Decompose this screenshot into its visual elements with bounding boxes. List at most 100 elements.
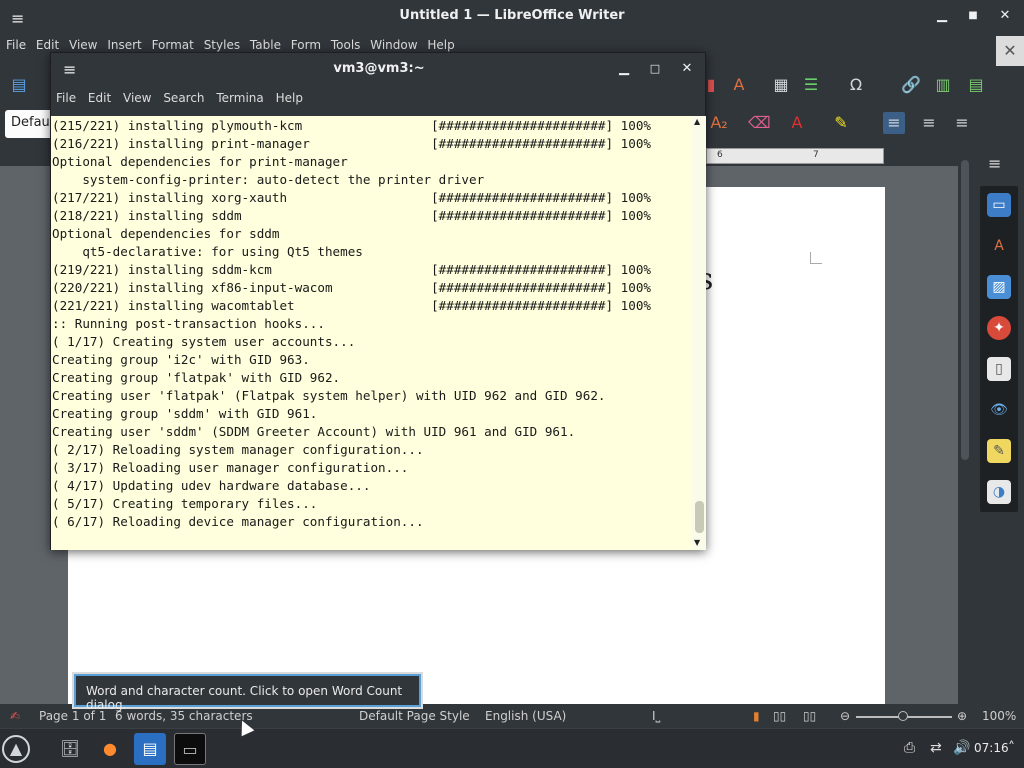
align-right-icon[interactable]: ≡: [951, 112, 973, 134]
menu-styles[interactable]: Styles: [204, 38, 240, 52]
menu-form[interactable]: Form: [291, 38, 321, 52]
terminal-window: ≡ vm3@vm3:~ ▁ □ ✕ File Edit View Search …: [50, 52, 706, 550]
file-manager-icon[interactable]: 🗄: [54, 733, 86, 765]
multi-page-view-icon[interactable]: ▯▯: [773, 709, 786, 723]
page-style[interactable]: Default Page Style: [359, 709, 470, 723]
menu-file[interactable]: File: [6, 38, 26, 52]
navigator-icon[interactable]: ✦: [987, 316, 1011, 340]
paragraph-style-box[interactable]: Default: [5, 110, 53, 138]
highlight-icon[interactable]: ✎: [830, 112, 852, 134]
insert-table-icon[interactable]: ▦: [770, 74, 792, 96]
terminal-line: Creating group 'sddm' with GID 961.: [52, 406, 318, 421]
terminal-menu-search[interactable]: Search: [163, 91, 204, 105]
new-document-icon[interactable]: ▤: [8, 74, 30, 96]
terminal-line: qt5-declarative: for using Qt5 themes: [52, 244, 363, 259]
maximize-icon[interactable]: ■: [965, 10, 981, 21]
footnote-icon[interactable]: ▥: [932, 74, 954, 96]
terminal-line: (218/221) installing sddm [#############…: [52, 208, 651, 223]
terminal-line: ( 2/17) Reloading system manager configu…: [52, 442, 424, 457]
zoom-out-icon[interactable]: ⊖: [840, 709, 850, 723]
font-color-icon[interactable]: A: [786, 112, 808, 134]
text-box-icon[interactable]: A: [728, 74, 750, 96]
app-launcher-icon[interactable]: ▲: [2, 735, 30, 763]
terminal-line: (215/221) installing plymouth-kcm [#####…: [52, 118, 651, 133]
minimize-icon[interactable]: ▁: [934, 8, 950, 23]
terminal-line: (216/221) installing print-manager [####…: [52, 136, 651, 151]
terminal-menu-edit[interactable]: Edit: [88, 91, 111, 105]
page-corner-mark: [810, 252, 822, 264]
terminal-scrollbar[interactable]: ▲ ▼: [692, 116, 706, 550]
book-view-icon[interactable]: ▯▯: [803, 709, 816, 723]
subscript-icon[interactable]: A₂: [708, 112, 730, 134]
insert-rows-icon[interactable]: ☰: [800, 74, 822, 96]
terminal-line: :: Running post-transaction hooks...: [52, 316, 325, 331]
align-center-icon[interactable]: ≡: [918, 112, 940, 134]
terminal-minimize-icon[interactable]: ▁: [616, 61, 632, 76]
hyperlink-icon[interactable]: 🔗: [900, 74, 922, 96]
special-character-icon[interactable]: Ω: [845, 74, 867, 96]
terminal-close-icon[interactable]: ✕: [679, 61, 695, 76]
network-icon[interactable]: ⇄: [930, 740, 942, 756]
terminal-screen[interactable]: (215/221) installing plymouth-kcm [#####…: [51, 116, 692, 550]
writer-icon[interactable]: ▤: [134, 733, 166, 765]
terminal-menubar: File Edit View Search Termina Help: [51, 91, 707, 113]
terminal-menu-help[interactable]: Help: [276, 91, 303, 105]
styles-icon[interactable]: A: [987, 234, 1011, 258]
menu-view[interactable]: View: [69, 38, 97, 52]
zoom-in-icon[interactable]: ⊕: [957, 709, 967, 723]
terminal-line: Optional dependencies for print-manager: [52, 154, 348, 169]
signature-icon[interactable]: ✍: [10, 709, 20, 723]
terminal-menu-view[interactable]: View: [123, 91, 151, 105]
terminal-line: Creating user 'sddm' (SDDM Greeter Accou…: [52, 424, 576, 439]
page-break-icon[interactable]: ▤: [965, 74, 987, 96]
design-icon[interactable]: ◑: [987, 480, 1011, 504]
terminal-menu-file[interactable]: File: [56, 91, 76, 105]
menu-table[interactable]: Table: [250, 38, 281, 52]
sidebar-menu-icon[interactable]: ≡: [988, 154, 1001, 173]
terminal-scroll-thumb[interactable]: [695, 501, 704, 533]
style-inspector-icon[interactable]: 👁: [987, 398, 1011, 422]
clock[interactable]: 07:16: [974, 741, 1009, 755]
terminal-line: ( 5/17) Creating temporary files...: [52, 496, 318, 511]
manage-changes-icon[interactable]: ✎: [987, 439, 1011, 463]
terminal-line: ( 3/17) Reloading user manager configura…: [52, 460, 409, 475]
printer-icon[interactable]: ⎙: [904, 740, 915, 756]
menu-window[interactable]: Window: [370, 38, 417, 52]
menu-insert[interactable]: Insert: [107, 38, 141, 52]
zoom-level[interactable]: 100%: [982, 709, 1016, 723]
insert-mode-icon[interactable]: I⎵: [652, 709, 660, 724]
terminal-menu-terminal[interactable]: Termina: [216, 91, 263, 105]
page-icon[interactable]: ▯: [987, 357, 1011, 381]
terminal-line: Creating user 'flatpak' (Flatpak system …: [52, 388, 606, 403]
vertical-scrollbar[interactable]: [958, 144, 972, 704]
align-left-icon[interactable]: ≡: [883, 112, 905, 134]
language[interactable]: English (USA): [485, 709, 566, 723]
menu-format[interactable]: Format: [152, 38, 194, 52]
clear-formatting-icon[interactable]: ⌫: [748, 112, 771, 134]
word-count[interactable]: 6 words, 35 characters: [115, 709, 253, 723]
terminal-line: ( 1/17) Creating system user accounts...: [52, 334, 356, 349]
scroll-thumb[interactable]: [961, 160, 969, 460]
terminal-maximize-icon[interactable]: □: [647, 62, 663, 75]
terminal-icon[interactable]: ▭: [174, 733, 206, 765]
menu-help[interactable]: Help: [427, 38, 454, 52]
volume-icon[interactable]: 🔊: [953, 740, 970, 756]
scroll-down-icon[interactable]: ▼: [694, 538, 700, 547]
single-page-view-icon[interactable]: ▮: [753, 709, 760, 723]
zoom-slider-knob[interactable]: [898, 711, 908, 721]
menu-tools[interactable]: Tools: [331, 38, 361, 52]
terminal-line: Optional dependencies for sddm: [52, 226, 280, 241]
menu-edit[interactable]: Edit: [36, 38, 59, 52]
close-icon[interactable]: ✕: [997, 8, 1013, 23]
properties-icon[interactable]: ▭: [987, 193, 1011, 217]
terminal-line: ( 4/17) Updating udev hardware database.…: [52, 478, 371, 493]
terminal-output: (215/221) installing plymouth-kcm [#####…: [51, 116, 692, 531]
terminal-line: system-config-printer: auto-detect the p…: [52, 172, 485, 187]
gallery-icon[interactable]: ▨: [987, 275, 1011, 299]
close-document-icon[interactable]: ✕: [996, 36, 1024, 66]
writer-titlebar: ≡ Untitled 1 — LibreOffice Writer ▁ ■ ✕: [0, 0, 1024, 34]
chevron-up-icon[interactable]: ˄: [1008, 740, 1015, 756]
scroll-up-icon[interactable]: ▲: [694, 117, 700, 126]
terminal-line: (217/221) installing xorg-xauth [#######…: [52, 190, 651, 205]
firefox-icon[interactable]: ●: [94, 733, 126, 765]
